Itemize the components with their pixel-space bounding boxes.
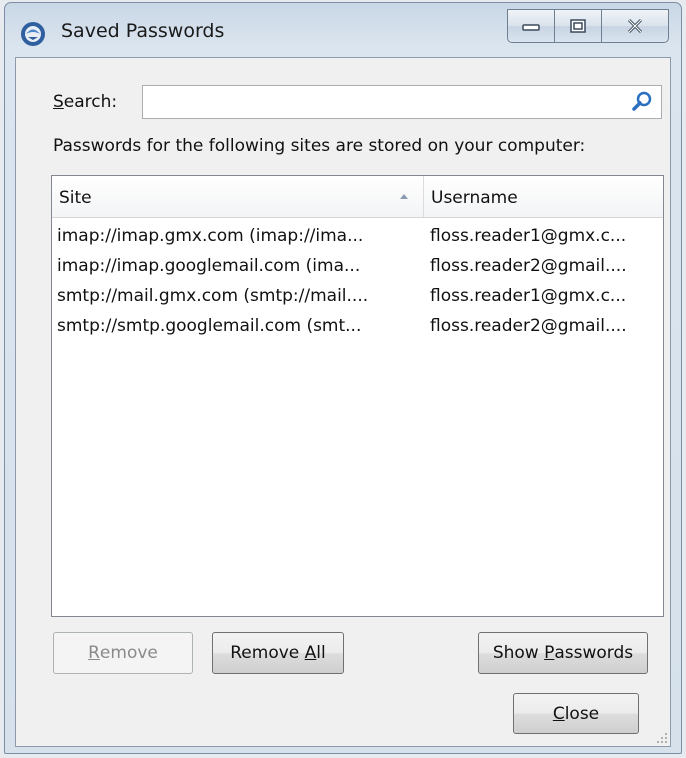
search-label-mnemonic: S (53, 92, 64, 112)
show-label-pre: Show (492, 643, 545, 663)
search-label: Search: (53, 92, 117, 112)
show-label-post: asswords (554, 643, 634, 663)
sort-ascending-icon (400, 194, 408, 199)
passwords-table[interactable]: Site Username imap://imap.gmx.com (imap:… (51, 175, 664, 617)
table-row[interactable]: smtp://smtp.googlemail.com (smt... floss… (52, 316, 663, 346)
column-header-site-label: Site (59, 188, 92, 208)
cell-username: floss.reader2@gmail.... (430, 256, 627, 276)
cell-site: smtp://smtp.googlemail.com (smt... (57, 316, 362, 336)
saved-passwords-window: Saved Passwords Search: Passwords for th… (4, 2, 682, 754)
cell-site: smtp://mail.gmx.com (smtp://mail.... (57, 286, 369, 306)
remove-all-label-pre: Remove (230, 643, 305, 663)
dialog-body: Search: Passwords for the following site… (15, 57, 671, 747)
remove-label-rest: emove (99, 643, 158, 663)
close-icon (627, 18, 643, 34)
minimize-icon (522, 24, 540, 31)
cell-site: imap://imap.googlemail.com (ima... (57, 256, 361, 276)
resize-grip-icon[interactable] (656, 732, 668, 744)
close-label-rest: lose (564, 703, 600, 724)
table-header: Site Username (52, 176, 663, 218)
cell-username: floss.reader1@gmx.c... (430, 286, 627, 306)
search-icon[interactable] (631, 90, 653, 112)
remove-button[interactable]: Remove (53, 632, 193, 674)
remove-mnemonic: R (88, 643, 100, 663)
title-bar[interactable]: Saved Passwords (5, 3, 681, 57)
maximize-icon (570, 19, 586, 33)
info-text: Passwords for the following sites are st… (53, 136, 586, 156)
show-passwords-button[interactable]: Show Passwords (478, 632, 648, 674)
close-mnemonic: C (552, 703, 565, 724)
cell-site: imap://imap.gmx.com (imap://ima... (57, 226, 364, 246)
maximize-button[interactable] (554, 9, 602, 43)
window-controls (507, 9, 669, 45)
column-header-username[interactable]: Username (424, 176, 663, 217)
table-row[interactable]: smtp://mail.gmx.com (smtp://mail.... flo… (52, 286, 663, 316)
remove-all-mnemonic: A (304, 643, 317, 663)
column-header-username-label: Username (431, 188, 518, 208)
show-mnemonic: P (544, 643, 555, 663)
column-header-site[interactable]: Site (52, 176, 424, 217)
table-row[interactable]: imap://imap.gmx.com (imap://ima... floss… (52, 226, 663, 256)
search-input[interactable] (142, 85, 662, 119)
table-row[interactable]: imap://imap.googlemail.com (ima... floss… (52, 256, 663, 286)
close-button[interactable]: Close (513, 693, 639, 734)
table-body: imap://imap.gmx.com (imap://ima... floss… (52, 218, 663, 346)
close-window-button[interactable] (601, 9, 669, 43)
remove-all-label-post: ll (316, 643, 326, 663)
thunderbird-icon (21, 22, 45, 46)
minimize-button[interactable] (507, 9, 555, 43)
window-title: Saved Passwords (61, 20, 225, 42)
cell-username: floss.reader2@gmail.... (430, 316, 627, 336)
search-label-rest: earch: (63, 92, 118, 112)
remove-all-button[interactable]: Remove All (212, 632, 344, 674)
cell-username: floss.reader1@gmx.c... (430, 226, 627, 246)
